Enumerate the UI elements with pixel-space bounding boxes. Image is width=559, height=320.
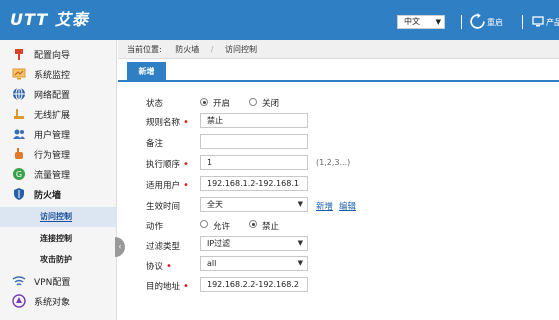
breadcrumb-prefix: 当前位置:: [127, 45, 162, 54]
traffic-icon: G: [13, 168, 25, 180]
action-allow-radio[interactable]: [200, 220, 208, 228]
sidebar-item-wizard[interactable]: 配置向导: [0, 44, 117, 64]
sidebar-item-wireless[interactable]: 无线扩展: [0, 104, 117, 124]
tab-add[interactable]: 新增: [127, 62, 166, 82]
product-button[interactable]: 产品: [546, 17, 559, 28]
breadcrumb-separator: /: [210, 45, 214, 54]
note-label: 备注: [146, 139, 164, 149]
sidebar-item-traffic[interactable]: G 流量管理: [0, 164, 117, 184]
users-icon: [13, 129, 25, 139]
sidebar-item-label: 系统对象: [34, 297, 71, 308]
chevron-down-icon: ▼: [435, 18, 441, 26]
sidebar-item-firewall[interactable]: 防火墙: [0, 184, 117, 204]
sidebar-item-objects[interactable]: 系统对象: [0, 291, 117, 311]
product-icon[interactable]: [532, 15, 544, 27]
dest-label: 目的地址 •: [146, 281, 189, 292]
monitor-icon: [12, 68, 26, 80]
status-label: 状态: [146, 99, 164, 109]
time-edit-link[interactable]: 编辑: [339, 200, 356, 212]
wireless-icon: [14, 109, 24, 119]
order-input[interactable]: 1: [200, 155, 308, 170]
sidebar-subitem-connection-control[interactable]: 连接控制: [0, 229, 117, 249]
language-select[interactable]: 中文 ▼: [397, 15, 445, 29]
dest-input[interactable]: 192.168.2.2-192.168.2: [200, 277, 308, 292]
status-off-label: 关闭: [262, 99, 280, 109]
restart-icon[interactable]: [469, 13, 486, 30]
sidebar-subitem-label: 攻击防护: [40, 255, 72, 264]
time-select-value: 全天: [207, 200, 223, 209]
user-label: 适用用户 •: [146, 180, 189, 191]
breadcrumb: 当前位置: 防火墙 / 访问控制: [118, 40, 559, 59]
sidebar-subitem-label: 访问控制: [40, 212, 72, 222]
sidebar-subitem-attack-defense[interactable]: 攻击防护: [0, 250, 117, 270]
protocol-select-value: all: [207, 259, 217, 268]
header-divider: [522, 15, 523, 29]
rule-name-input[interactable]: 禁止: [200, 113, 308, 128]
breadcrumb-level1[interactable]: 防火墙: [175, 45, 199, 54]
sidebar-item-label: 无线扩展: [34, 110, 71, 121]
action-deny-label: 禁止: [262, 222, 280, 232]
chevron-down-icon: ▼: [297, 259, 303, 267]
sidebar-item-label: 行为管理: [34, 150, 71, 161]
sidebar-item-label: 网络配置: [34, 90, 71, 101]
sidebar-item-monitor[interactable]: 系统监控: [0, 64, 117, 84]
object-icon: [12, 294, 26, 308]
sidebar-item-label: 系统监控: [34, 70, 71, 81]
svg-text:G: G: [16, 170, 22, 179]
chevron-down-icon: ▼: [297, 239, 303, 247]
filter-select[interactable]: IP过滤 ▼: [200, 236, 308, 251]
header-divider: [461, 15, 462, 29]
sidebar-item-label: VPN配置: [34, 277, 71, 288]
sidebar-item-users[interactable]: 用户管理: [0, 124, 117, 144]
action-label: 动作: [146, 222, 164, 232]
action-deny-radio[interactable]: [249, 220, 257, 228]
sidebar: 配置向导 系统监控 网络配置 无线扩展 用户管理 行为管理 G 流量管理 防火墙…: [0, 40, 117, 320]
sidebar-item-label: 配置向导: [34, 50, 71, 61]
status-off-radio[interactable]: [249, 98, 257, 106]
sidebar-item-label: 防火墙: [34, 190, 62, 201]
sidebar-item-label: 流量管理: [34, 170, 71, 181]
sidebar-item-label: 用户管理: [34, 130, 71, 141]
time-label: 生效时间: [146, 202, 181, 212]
chevron-down-icon: ▼: [297, 200, 303, 208]
status-on-radio[interactable]: [200, 98, 208, 106]
hand-icon: [15, 148, 23, 159]
sidebar-collapse-handle[interactable]: ‹: [115, 237, 125, 257]
filter-label: 过滤类型: [146, 242, 181, 252]
sidebar-item-network[interactable]: 网络配置: [0, 84, 117, 104]
sidebar-item-behavior[interactable]: 行为管理: [0, 144, 117, 164]
breadcrumb-level2: 访问控制: [225, 45, 258, 54]
order-hint: (1,2,3...): [316, 158, 351, 167]
brand-logo: UTT 艾泰: [10, 10, 89, 29]
rule-name-label: 规则名称 •: [146, 117, 189, 128]
note-input[interactable]: [200, 134, 308, 149]
protocol-label: 协议 •: [146, 261, 172, 272]
tab-bar: 新增: [118, 62, 559, 82]
globe-icon: [13, 87, 25, 101]
time-add-link[interactable]: 新增: [316, 200, 333, 212]
order-label: 执行顺序 •: [146, 159, 189, 170]
sidebar-item-vpn[interactable]: VPN配置: [0, 271, 117, 291]
filter-select-value: IP过滤: [207, 239, 231, 248]
status-on-label: 开启: [213, 99, 231, 109]
sidebar-subitem-label: 连接控制: [40, 234, 72, 243]
action-allow-label: 允许: [213, 222, 231, 232]
sidebar-subitem-access-control[interactable]: 访问控制: [0, 207, 117, 227]
time-select[interactable]: 全天 ▼: [200, 197, 308, 212]
vpn-icon: [12, 276, 26, 286]
shield-icon: [14, 188, 24, 200]
language-value: 中文: [404, 17, 420, 26]
top-header: UTT 艾泰 中文 ▼ 重启 产品: [0, 0, 559, 40]
restart-button[interactable]: 重启: [487, 17, 503, 28]
protocol-select[interactable]: all ▼: [200, 256, 308, 271]
flag-icon: [15, 49, 23, 60]
user-input[interactable]: 192.168.1.2-192.168.1: [200, 176, 308, 191]
